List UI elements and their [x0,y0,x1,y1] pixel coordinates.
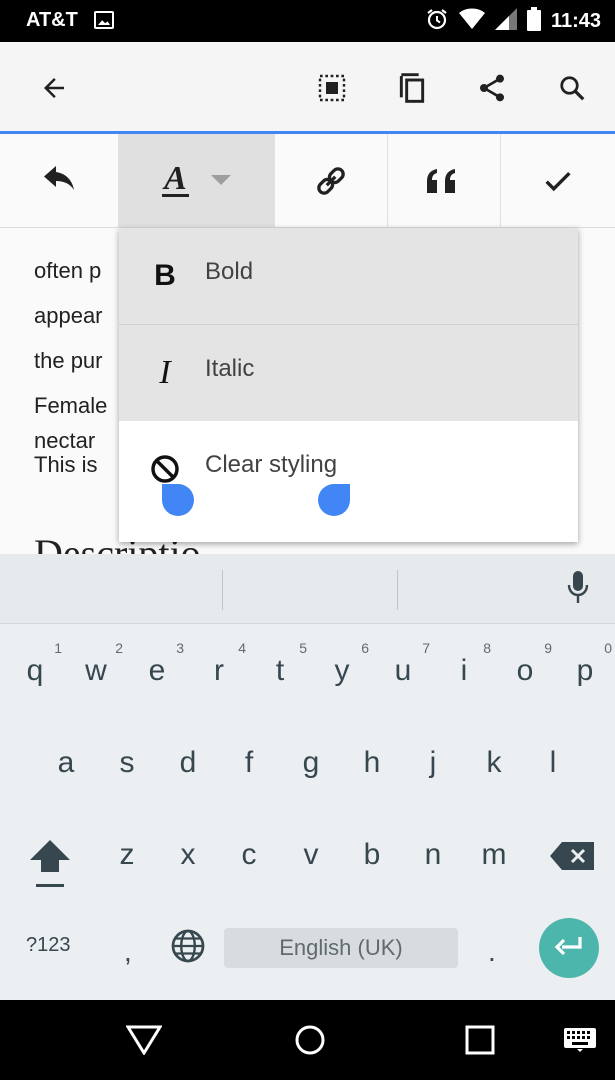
key-u[interactable]: u7 [378,640,430,688]
key-z[interactable]: z [102,838,152,872]
alarm-icon [425,7,449,36]
key-e[interactable]: e3 [132,640,184,688]
select-all-icon[interactable] [310,66,354,110]
battery-icon [526,6,541,36]
selection-end-handle[interactable] [318,484,350,516]
symbols-key[interactable]: ?123 [26,934,71,957]
key-o[interactable]: o9 [500,640,552,688]
menu-item-italic[interactable]: I Italic [119,325,578,421]
key-c[interactable]: c [224,838,274,872]
image-notification-icon [94,11,114,29]
clear-styling-icon [147,451,183,487]
backspace-icon[interactable] [550,842,594,875]
key-r[interactable]: r4 [194,640,246,688]
key-l[interactable]: l [528,746,578,780]
status-bar: AT&T 11:43 [0,0,615,42]
paragraph-line: often p [34,258,102,283]
key-d[interactable]: d [163,746,213,780]
paragraph-line: appear [34,303,103,328]
key-b[interactable]: b [347,838,397,872]
menu-item-label: Italic [205,355,255,382]
key-i[interactable]: i8 [439,640,491,688]
menu-item-label: Bold [205,258,254,285]
globe-icon[interactable] [170,928,206,969]
app-bar [0,42,615,134]
key-v[interactable]: v [286,838,336,872]
keyboard-switch-icon[interactable] [560,1020,600,1060]
paragraph-line: Female [34,393,108,418]
key-a[interactable]: a [41,746,91,780]
format-toolbar: A [0,134,615,228]
menu-item-label: Clear styling [205,451,338,478]
text-format-button[interactable]: A [119,134,274,227]
key-q[interactable]: q1 [10,640,62,688]
paragraph-2: This is [34,452,98,477]
signal-icon [494,7,517,35]
key-h[interactable]: h [347,746,397,780]
carrier-name: AT&T [26,9,78,31]
recents-square-icon[interactable] [460,1020,500,1060]
italic-icon: I [159,354,171,391]
microphone-icon[interactable] [566,570,590,611]
undo-icon[interactable] [0,134,118,227]
period-key[interactable]: . [488,936,496,968]
enter-button[interactable] [539,918,599,978]
link-icon[interactable] [275,134,387,227]
key-s[interactable]: s [102,746,152,780]
key-w[interactable]: w2 [71,640,123,688]
format-menu: B Bold I Italic Clear styling [119,228,578,542]
status-icons: 11:43 [425,6,601,36]
key-x[interactable]: x [163,838,213,872]
key-n[interactable]: n [408,838,458,872]
done-check-icon[interactable] [501,134,615,227]
clock: 11:43 [550,9,601,32]
key-g[interactable]: g [286,746,336,780]
paragraph-1: often p appear the pur Female [34,248,107,428]
cut-off-line: nectar [34,428,96,453]
key-m[interactable]: m [469,838,519,872]
back-triangle-icon[interactable] [124,1020,164,1060]
comma-key[interactable]: , [124,936,132,968]
share-icon[interactable] [470,66,514,110]
navigation-bar [0,1000,615,1080]
copy-icon[interactable] [390,66,434,110]
menu-item-bold[interactable]: B Bold [119,228,578,324]
search-icon[interactable] [550,66,594,110]
key-f[interactable]: f [224,746,274,780]
space-bar[interactable]: English (UK) [224,928,458,968]
key-j[interactable]: j [408,746,458,780]
dropdown-arrow-icon [210,172,231,190]
back-arrow-icon[interactable] [32,66,76,110]
selection-start-handle[interactable] [162,484,194,516]
enter-icon [554,937,582,956]
paragraph-line: the pur [34,348,103,373]
key-t[interactable]: t5 [255,640,307,688]
home-circle-icon[interactable] [290,1020,330,1060]
wifi-icon [458,8,485,35]
shift-icon[interactable] [28,838,72,895]
text-format-icon: A [162,160,189,197]
quote-icon[interactable] [388,134,500,227]
suggestion-strip[interactable] [0,554,615,624]
bold-icon: B [154,259,176,292]
key-k[interactable]: k [469,746,519,780]
soft-keyboard: q1 w2 e3 r4 t5 y6 u7 i8 o9 p0 a s d f g … [0,554,615,1000]
key-y[interactable]: y6 [317,640,370,688]
key-p[interactable]: p0 [560,640,612,688]
